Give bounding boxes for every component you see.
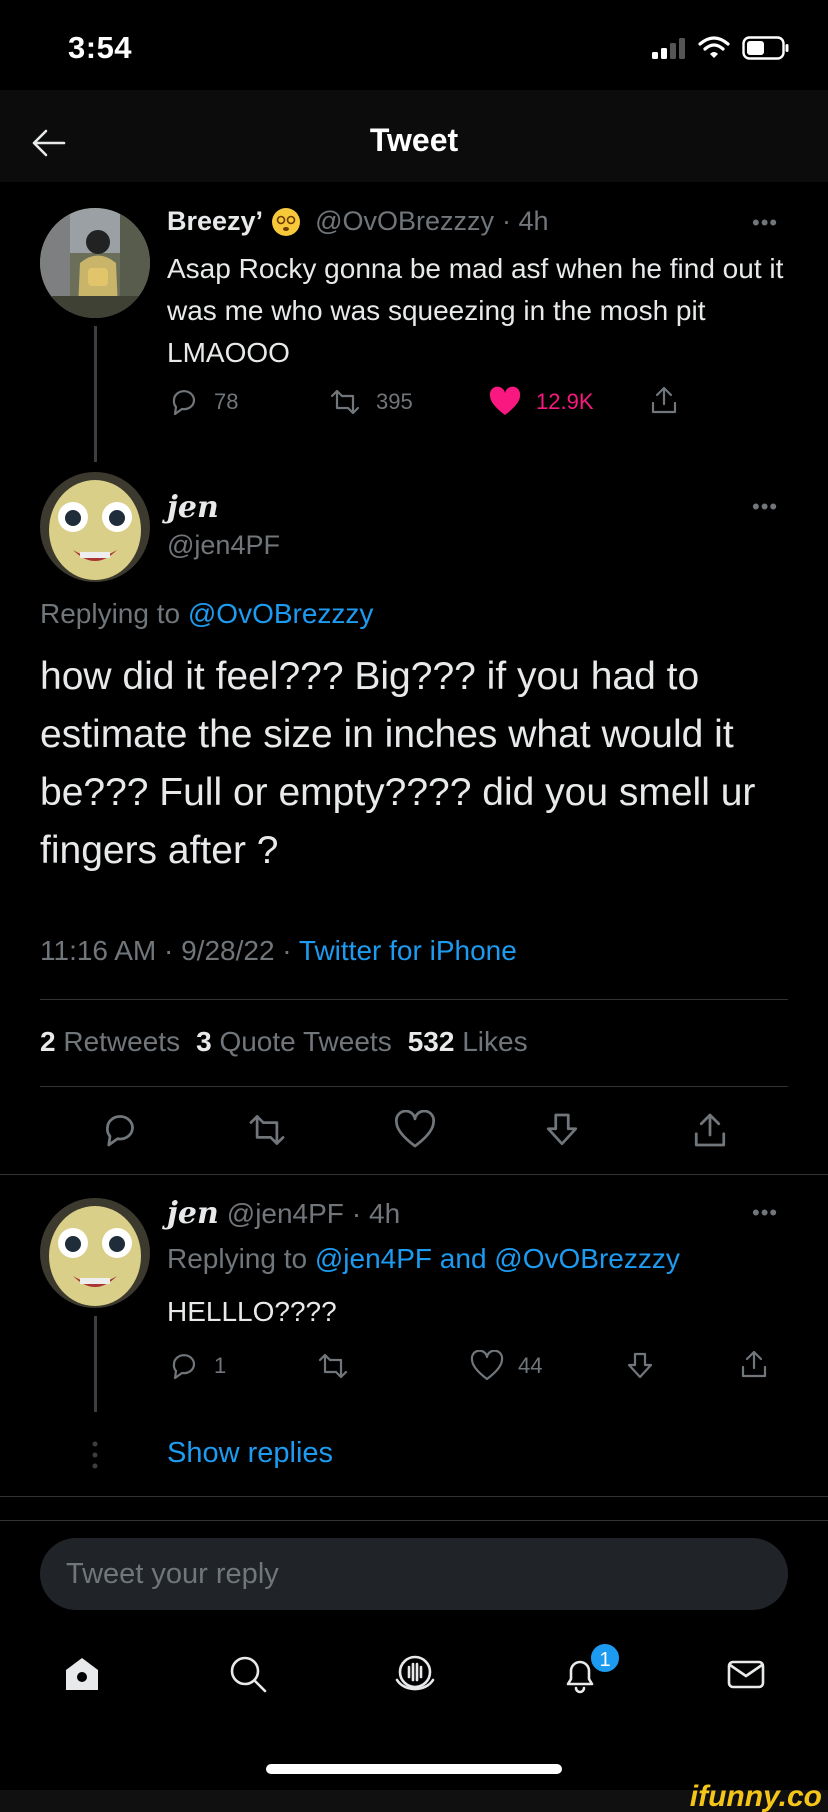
avatar-jen[interactable] [40, 472, 150, 582]
mail-icon [727, 1660, 765, 1689]
like-button[interactable]: 12.9K [488, 386, 594, 418]
parent-tweet-actions: 78 395 12.9K [168, 386, 788, 420]
download-arrow-icon [627, 1352, 653, 1379]
more-options-icon[interactable]: ••• [752, 210, 778, 236]
tweet-text: Asap Rocky gonna be mad asf when he find… [167, 253, 784, 368]
like-button[interactable] [394, 1110, 436, 1150]
notifications-badge: 1 [589, 1642, 621, 1674]
reply-icon [172, 1354, 196, 1380]
spaces-mic-icon [395, 1655, 435, 1691]
reply-count: 1 [214, 1353, 227, 1378]
share-icon [741, 1350, 767, 1378]
tweet-timestamp-line: 11:16 AM · 9/28/22 · Twitter for iPhone [40, 935, 517, 967]
tab-search[interactable] [226, 1652, 270, 1696]
tab-home[interactable] [60, 1652, 104, 1696]
author-name[interactable]: jen [167, 490, 219, 525]
tab-spaces[interactable] [392, 1650, 438, 1696]
author-name[interactable]: Breezy’ [167, 206, 263, 237]
signal-icon [652, 38, 685, 59]
avatar-jen[interactable] [40, 1198, 150, 1308]
retweets-stat[interactable]: 2 Retweets [40, 1026, 180, 1058]
thread-dots-icon [91, 1440, 99, 1470]
download-arrow-icon [546, 1113, 578, 1146]
retweet-icon [249, 1115, 285, 1145]
reply-icon [172, 390, 196, 416]
like-count: 44 [518, 1353, 543, 1378]
tweet-text: how did it feel??? Big??? if you had to … [40, 655, 756, 872]
tweet-age: · 4h [351, 1198, 401, 1229]
heart-filled-icon [489, 386, 521, 415]
retweet-icon [318, 1353, 348, 1379]
likes-stat[interactable]: 532 Likes [408, 1026, 528, 1058]
source-link[interactable]: Twitter for iPhone [299, 935, 517, 966]
more-options-icon[interactable]: ••• [752, 1200, 778, 1226]
home-indicator [266, 1764, 562, 1774]
author-handle[interactable]: @OvOBrezzzy [315, 206, 494, 237]
divider [0, 1496, 828, 1497]
heart-outline-icon [470, 1350, 504, 1381]
share-button[interactable] [648, 384, 680, 416]
tweet-stats: 2 Retweets 3 Quote Tweets 532 Likes [40, 1026, 528, 1058]
page-title: Tweet [369, 122, 459, 158]
status-time: 3:54 [68, 30, 133, 65]
like-button[interactable]: 44 [470, 1350, 542, 1382]
dizzy-face-emoji-icon [271, 207, 301, 237]
divider [0, 1174, 828, 1175]
replying-to-line: Replying to @jen4PF and @OvOBrezzzy [167, 1243, 680, 1274]
heart-outline-icon [395, 1110, 435, 1148]
retweet-count: 395 [376, 389, 413, 414]
search-icon [230, 1656, 267, 1693]
main-tweet-actions [0, 1110, 828, 1154]
mention-link[interactable]: @OvOBrezzzy [188, 598, 374, 629]
reply-tweet-actions: 1 44 [168, 1350, 788, 1384]
reply-button[interactable] [100, 1110, 140, 1150]
author-handle[interactable]: @jen4PF [167, 530, 280, 561]
thread-connector [94, 1316, 97, 1412]
status-icons [652, 36, 790, 60]
reply-button[interactable]: 1 [168, 1350, 226, 1382]
share-button[interactable] [690, 1110, 730, 1150]
reply-icon [106, 1115, 134, 1147]
thread-connector [94, 326, 97, 462]
replying-to-line: Replying to @OvOBrezzzy [40, 598, 374, 629]
reply-button[interactable]: 78 [168, 386, 238, 418]
show-replies-link[interactable]: Show replies [167, 1437, 333, 1470]
author-handle[interactable]: @jen4PF [227, 1198, 344, 1230]
share-icon [651, 386, 677, 414]
divider [40, 999, 788, 1000]
watermark-logo: ifunny.co [689, 1780, 822, 1812]
tweet-age: · 4h [502, 206, 549, 236]
more-options-icon[interactable]: ••• [752, 494, 778, 520]
reply-count: 78 [214, 389, 239, 414]
retweet-icon [330, 389, 360, 415]
mention-link[interactable]: @OvOBrezzzy [494, 1243, 680, 1274]
bookmark-download-button[interactable] [624, 1350, 656, 1382]
share-icon [694, 1113, 726, 1147]
retweet-button[interactable]: 395 [328, 386, 413, 418]
retweet-button[interactable] [316, 1350, 350, 1382]
like-count: 12.9K [536, 389, 594, 414]
tweet-timestamp: 11:16 AM · 9/28/22 · [40, 935, 299, 966]
reply-tweet-header: jen @jen4PF · 4h [167, 1196, 400, 1231]
divider [40, 1086, 788, 1087]
tweet-text: HELLLO???? [167, 1296, 337, 1327]
bookmark-download-button[interactable] [542, 1110, 582, 1150]
tab-messages[interactable] [724, 1652, 768, 1696]
battery-icon [742, 36, 789, 60]
mention-link[interactable]: @jen4PF [315, 1243, 432, 1274]
parent-tweet-header: Breezy’ @OvOBrezzzy · 4h [167, 206, 549, 237]
author-name[interactable]: jen [167, 1196, 219, 1231]
share-button[interactable] [738, 1348, 770, 1380]
divider [0, 1520, 828, 1521]
reply-input-placeholder: Tweet your reply [66, 1558, 279, 1590]
retweet-button[interactable] [246, 1110, 288, 1150]
quote-tweets-stat[interactable]: 3 Quote Tweets [196, 1026, 392, 1058]
wifi-icon [698, 36, 730, 58]
avatar-breezy[interactable] [40, 208, 150, 318]
home-icon [66, 1658, 98, 1690]
